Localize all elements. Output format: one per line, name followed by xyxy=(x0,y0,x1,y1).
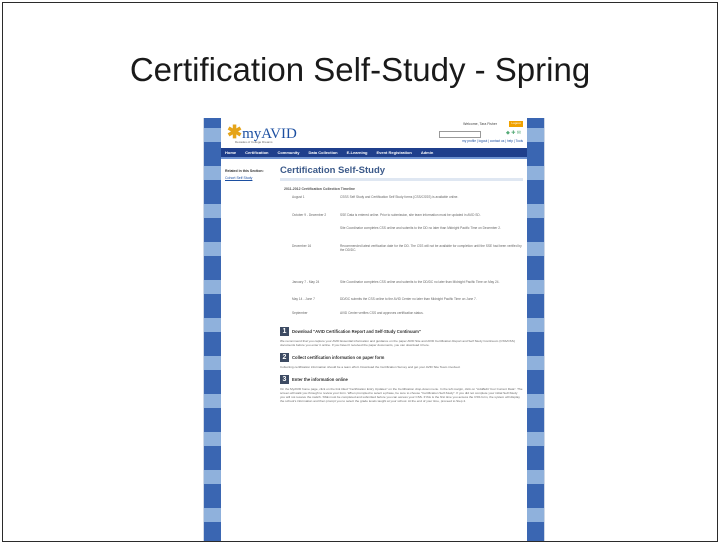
timeline-date: August 1 xyxy=(292,195,305,199)
timeline-heading: 2011-2012 Certification Collection Timel… xyxy=(284,187,355,191)
step-3: 3 Enter the information online xyxy=(280,375,523,385)
timeline-desc: AVID Center verifies CSS and approves ce… xyxy=(340,311,424,316)
nav-event-registration[interactable]: Event Registration xyxy=(376,148,411,157)
sidebar-heading: Related in this Section: xyxy=(225,169,264,173)
timeline-desc: Site Coordinator completes CSS online an… xyxy=(340,225,501,230)
timeline-desc: DD/DC submits the CSS online to the AVID… xyxy=(340,296,477,301)
title-underline xyxy=(280,178,523,181)
webpage-content: ✱myAVID Decades of College Dreams Welcom… xyxy=(221,118,527,541)
logo-tagline: Decades of College Dreams xyxy=(235,140,273,144)
sidebar-link[interactable]: Cohort Self Study xyxy=(225,176,280,180)
step-title: Collect certification information on pap… xyxy=(292,355,385,361)
step-text: On the MyAVID home page, click on the li… xyxy=(280,387,523,404)
step-text: We recommend that you capture your AVID … xyxy=(280,339,515,348)
timeline-row: Site Coordinator completes CSS online an… xyxy=(292,226,523,230)
step-2: 2 Collect certification information on p… xyxy=(280,353,523,363)
nav-e-learning[interactable]: E-Learning xyxy=(347,148,368,157)
header-links[interactable]: my profile | logout | contact us | help … xyxy=(462,139,523,143)
nav-admin[interactable]: Admin xyxy=(421,148,433,157)
main-nav: Home Certification Community Data Collec… xyxy=(221,148,527,159)
timeline-row: January 7 - May 24 Site Coordinator comp… xyxy=(292,280,523,284)
nav-certification[interactable]: Certification xyxy=(245,148,268,157)
nav-community[interactable]: Community xyxy=(277,148,299,157)
timeline-date: May 14 - June 7 xyxy=(292,296,315,301)
timeline-desc: SSE Data is entered online. Prior to sub… xyxy=(340,213,481,218)
right-decorative-stripe xyxy=(527,118,544,541)
logout-button[interactable]: Logout xyxy=(509,121,523,127)
avid-figure-icon: ✱ xyxy=(227,122,243,142)
step-1: 1 Download "AVID Certification Report an… xyxy=(280,327,523,337)
timeline-date: October 9 - December 2 xyxy=(292,213,327,218)
sidebar: Related in this Section: Cohort Self Stu… xyxy=(221,159,280,541)
timeline-date: December 16 xyxy=(292,243,312,248)
timeline-date: September xyxy=(292,311,308,316)
timeline-desc: Recommended latest verification date for… xyxy=(340,243,522,253)
step-number: 1 xyxy=(280,327,289,337)
nav-data-collection[interactable]: Data Collection xyxy=(308,148,337,157)
timeline-row: September AVID Center verifies CSS and a… xyxy=(292,311,523,315)
step-number: 2 xyxy=(280,353,289,363)
timeline-row: May 14 - June 7 DD/DC submits the CSS on… xyxy=(292,297,523,301)
welcome-text: Welcome, Tara Fisher xyxy=(463,122,497,126)
step-text: Collecting certification information sho… xyxy=(280,365,461,370)
timeline-row: December 16 Recommended latest verificat… xyxy=(292,244,523,253)
left-decorative-stripe xyxy=(204,118,221,541)
webpage-screenshot: ✱myAVID Decades of College Dreams Welcom… xyxy=(203,118,545,541)
site-header: ✱myAVID Decades of College Dreams Welcom… xyxy=(221,118,527,148)
main-content: Certification Self-Study 2011-2012 Certi… xyxy=(280,159,527,541)
header-tool-icons[interactable]: ◆ ✚ ✉ xyxy=(506,130,521,136)
timeline-row: October 9 - December 2 SSE Data is enter… xyxy=(292,213,523,217)
timeline-desc: CSSS Self Study and Certification Self S… xyxy=(340,195,459,199)
step-title: Download "AVID Certification Report and … xyxy=(292,329,421,335)
search-input[interactable] xyxy=(439,131,481,138)
slide-frame: Certification Self-Study - Spring ✱myAVI… xyxy=(2,2,718,542)
timeline-row: August 1 CSSS Self Study and Certificati… xyxy=(292,195,523,199)
timeline-date xyxy=(292,226,340,230)
slide-title: Certification Self-Study - Spring xyxy=(129,51,591,88)
page-title: Certification Self-Study xyxy=(280,165,386,176)
step-number: 3 xyxy=(280,375,289,385)
timeline-desc: Site Coordinator completes CSS online an… xyxy=(340,280,500,285)
content-area: Related in this Section: Cohort Self Stu… xyxy=(221,159,527,541)
timeline-date: January 7 - May 24 xyxy=(292,280,320,285)
step-title: Enter the information online xyxy=(292,377,348,383)
nav-home[interactable]: Home xyxy=(225,148,236,157)
